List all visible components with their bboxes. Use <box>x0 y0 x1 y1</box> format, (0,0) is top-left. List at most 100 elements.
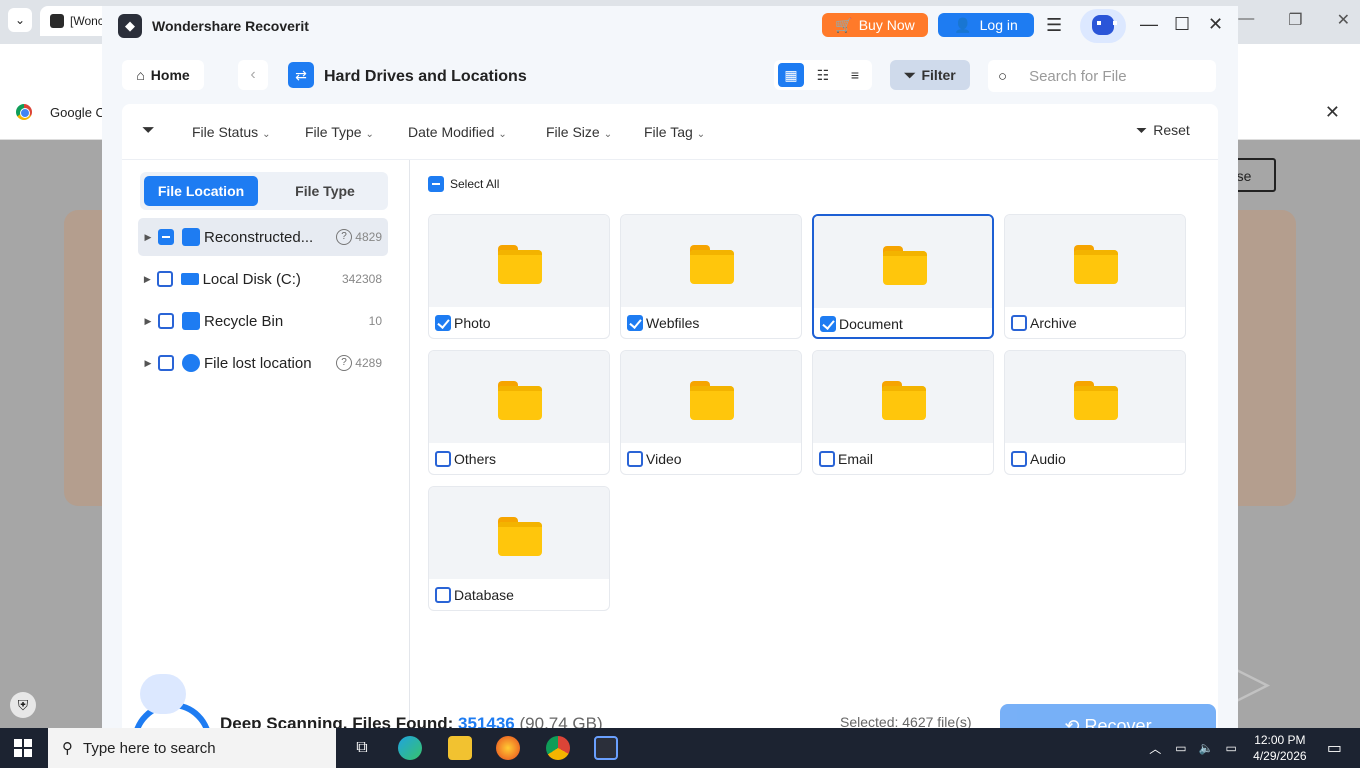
grid-view-icon[interactable]: ▦ <box>778 63 804 87</box>
buy-now-button[interactable]: 🛒 Buy Now <box>822 13 928 37</box>
folder-icon <box>498 381 542 420</box>
select-all-checkbox[interactable]: Select All <box>428 176 499 192</box>
folder-icon <box>690 245 734 284</box>
folder-thumb <box>1005 215 1185 307</box>
clock-time: 12:00 PM <box>1254 733 1306 747</box>
scan-status: Deep Scanning, Files Found: 351436 (90.7… <box>220 714 603 728</box>
recoverit-favicon-icon <box>50 14 64 28</box>
tree-checkbox[interactable] <box>156 271 173 287</box>
taskbar-search[interactable]: ⚲ Type here to search <box>48 728 336 768</box>
expand-arrow-icon[interactable]: ▶ <box>138 274 157 285</box>
folder-card-document[interactable]: Document <box>812 214 994 339</box>
tree-item-recycle-bin[interactable]: ▶ Recycle Bin 10 <box>138 302 388 340</box>
browser-tab[interactable]: [Wonc <box>40 6 110 36</box>
shield-icon[interactable]: ⛨ <box>10 692 36 718</box>
home-icon: ⌂ <box>136 67 145 83</box>
back-button[interactable]: ‹ <box>238 60 268 90</box>
tray-chevron-icon[interactable]: ︿ <box>1149 740 1161 757</box>
folder-card-video[interactable]: Video <box>620 350 802 475</box>
file-tag-label: File Tag <box>644 124 693 140</box>
content-area: File Location File Type ▶ Reconstructed.… <box>122 160 1218 728</box>
expand-arrow-icon[interactable]: ▶ <box>138 232 158 243</box>
file-size-dropdown[interactable]: File Size ⌄ <box>546 124 612 140</box>
folder-card-database[interactable]: Database <box>428 486 610 611</box>
minimize-icon[interactable]: — <box>1140 14 1158 35</box>
tree-checkbox[interactable] <box>158 229 174 245</box>
close-icon[interactable]: ✕ <box>1208 14 1223 35</box>
menu-list-icon[interactable]: ☰ <box>1046 15 1062 36</box>
task-view-icon[interactable]: ⧉ <box>350 736 374 760</box>
expand-arrow-icon[interactable]: ▶ <box>138 316 158 327</box>
list-view-icon[interactable]: ≡ <box>842 63 868 87</box>
folder-label: Database <box>454 587 514 603</box>
bookmark-item[interactable]: Google C <box>16 104 105 120</box>
folder-checkbox[interactable] <box>819 451 835 467</box>
folder-checkbox[interactable] <box>627 451 643 467</box>
filter-button[interactable]: ⏷ Filter <box>890 60 970 90</box>
tree-item-file-lost-location[interactable]: ▶ File lost location ? 4289 <box>138 344 388 382</box>
help-icon[interactable]: ? <box>336 355 352 371</box>
tab-search-button[interactable]: ⌄ <box>8 8 32 32</box>
browser-minimize-icon[interactable]: — <box>1238 10 1254 30</box>
reset-button[interactable]: ⏷ Reset <box>1136 122 1190 139</box>
expand-arrow-icon[interactable]: ▶ <box>138 358 158 369</box>
display-icon[interactable]: ▭ <box>1226 741 1237 755</box>
browser-close-icon[interactable]: ✕ <box>1337 10 1350 30</box>
firefox-icon[interactable] <box>496 736 520 760</box>
select-all-box[interactable] <box>428 176 444 192</box>
file-tag-dropdown[interactable]: File Tag ⌄ <box>644 124 705 140</box>
folder-checkbox[interactable] <box>435 587 451 603</box>
tree-checkbox[interactable] <box>158 355 174 371</box>
tree-item-local-disk[interactable]: ▶ Local Disk (C:) 342308 <box>138 260 388 298</box>
folder-checkbox[interactable] <box>435 315 451 331</box>
volume-icon[interactable]: 🔈 <box>1199 741 1214 755</box>
home-button[interactable]: ⌂ Home <box>122 60 204 90</box>
date-modified-dropdown[interactable]: Date Modified ⌄ <box>408 124 507 140</box>
folder-card-audio[interactable]: Audio <box>1004 350 1186 475</box>
detail-view-icon[interactable]: ☷ <box>810 63 836 87</box>
recoverit-taskbar-icon[interactable] <box>594 736 618 760</box>
folder-icon <box>498 245 542 284</box>
search-input[interactable] <box>1029 67 1190 85</box>
folder-card-others[interactable]: Others <box>428 350 610 475</box>
folder-card-photo[interactable]: Photo <box>428 214 610 339</box>
file-explorer-icon[interactable] <box>448 736 472 760</box>
notifications-icon[interactable]: ▭ <box>1327 738 1342 758</box>
folder-checkbox[interactable] <box>1011 315 1027 331</box>
file-type-dropdown[interactable]: File Type ⌄ <box>305 124 374 140</box>
folder-checkbox[interactable] <box>435 451 451 467</box>
folder-checkbox[interactable] <box>820 316 836 332</box>
folder-icon <box>882 381 926 420</box>
folder-card-webfiles[interactable]: Webfiles <box>620 214 802 339</box>
reconstructed-icon <box>182 228 200 246</box>
home-label: Home <box>150 67 190 83</box>
tree-checkbox[interactable] <box>158 313 174 329</box>
log-in-button[interactable]: 👤 Log in <box>938 13 1034 37</box>
windows-start-icon[interactable] <box>14 739 32 757</box>
reset-filter-icon: ⏷ <box>1136 122 1148 138</box>
folder-card-email[interactable]: Email <box>812 350 994 475</box>
files-found-count[interactable]: 351436 <box>458 714 515 728</box>
tab-file-location[interactable]: File Location <box>144 176 258 206</box>
tree-item-count: 10 <box>368 314 382 328</box>
tab-file-type[interactable]: File Type <box>266 176 384 206</box>
taskbar-clock[interactable]: 12:00 PM 4/29/2026 <box>1245 732 1315 764</box>
tree-item-reconstructed[interactable]: ▶ Reconstructed... ? 4829 <box>138 218 388 256</box>
help-icon[interactable]: ? <box>336 229 352 245</box>
tree-item-label: Recycle Bin <box>204 312 284 330</box>
folder-checkbox[interactable] <box>627 315 643 331</box>
browser-restore-icon[interactable]: ❐ <box>1288 10 1302 30</box>
maximize-icon[interactable]: ☐ <box>1174 14 1190 35</box>
network-icon[interactable]: ▭ <box>1175 741 1186 755</box>
infobar-close-icon[interactable]: ✕ <box>1325 102 1340 123</box>
selected-count: Selected: 4627 file(s) <box>840 714 972 728</box>
folder-card-archive[interactable]: Archive <box>1004 214 1186 339</box>
edge-icon[interactable] <box>398 736 422 760</box>
clock-date: 4/29/2026 <box>1253 749 1307 763</box>
recover-button[interactable]: ⟲ Recover <box>1000 704 1216 728</box>
chrome-taskbar-icon[interactable] <box>546 736 570 760</box>
file-status-dropdown[interactable]: File Status ⌄ <box>192 124 271 140</box>
folder-checkbox[interactable] <box>1011 451 1027 467</box>
robot-avatar-icon[interactable] <box>1080 9 1126 43</box>
folder-label: Document <box>839 316 903 332</box>
